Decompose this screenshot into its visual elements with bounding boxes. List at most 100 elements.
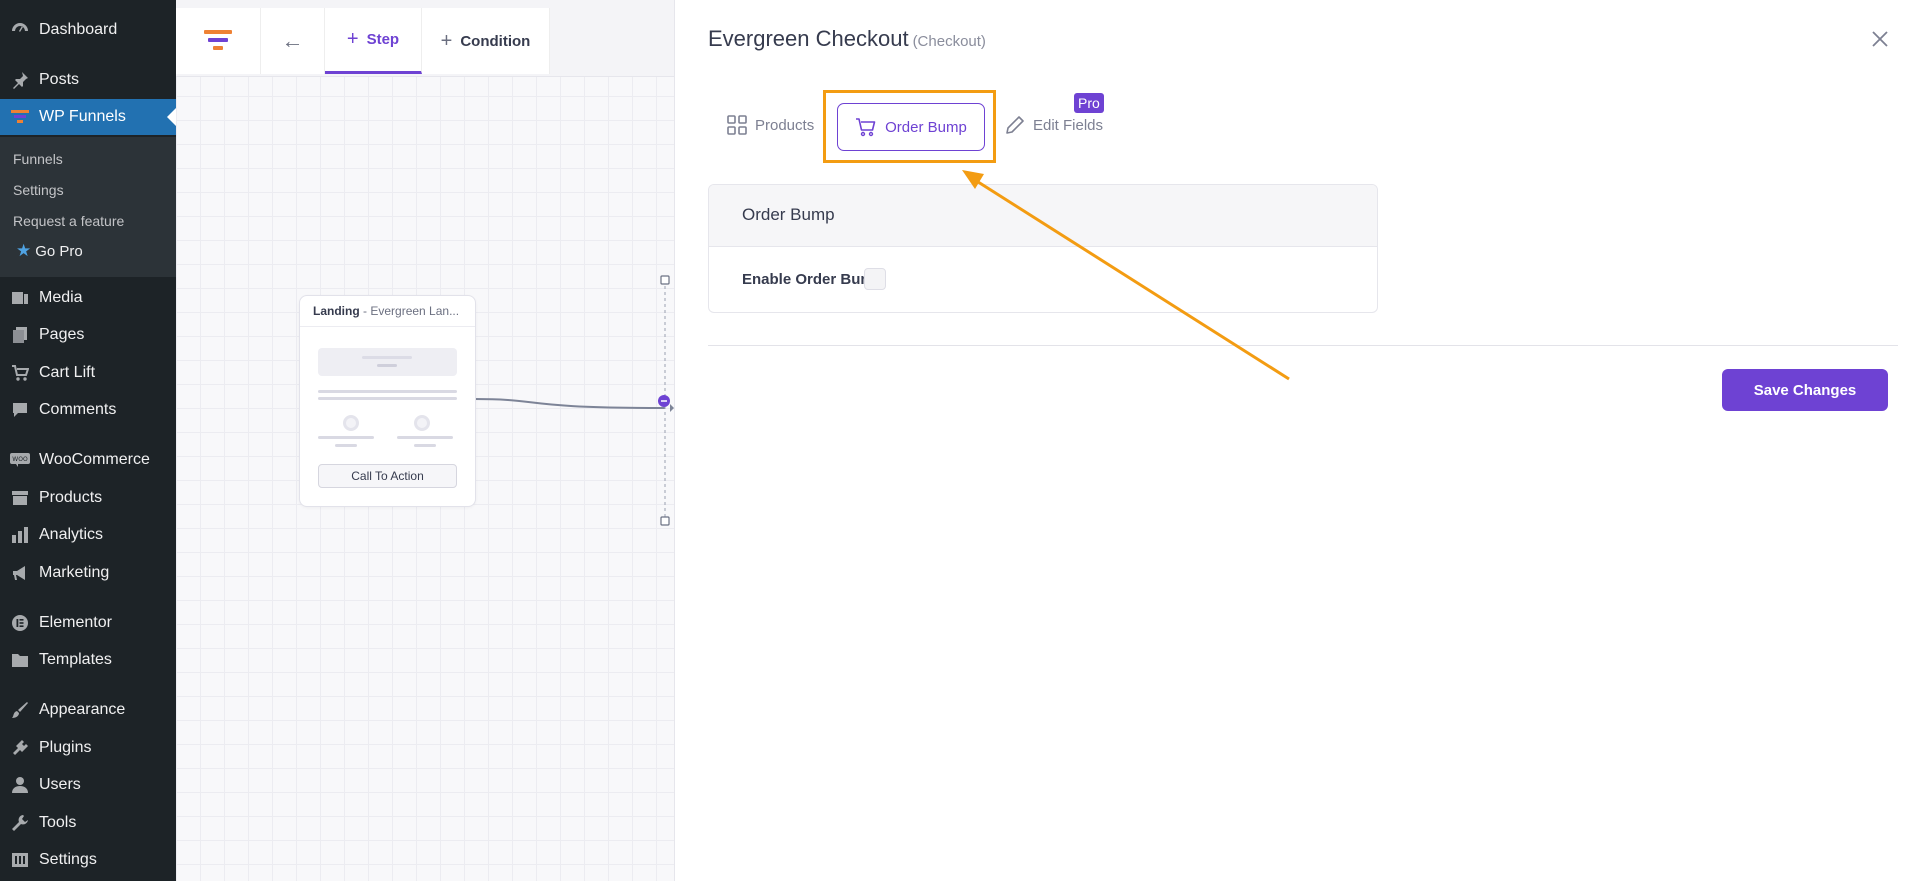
menu-marketing[interactable]: Marketing [0,555,176,591]
enable-order-bump-checkbox[interactable] [864,268,886,290]
dashboard-icon [10,20,30,40]
menu-settings-label: Settings [39,851,97,868]
star-icon: ★ [16,241,32,260]
node-name: - Evergreen Lan... [363,304,460,318]
menu-marketing-label: Marketing [39,564,110,581]
preview-line [377,364,397,367]
menu-settings[interactable]: Settings [0,842,176,878]
menu-pages[interactable]: Pages [0,317,176,353]
panel-title: Evergreen Checkout (Checkout) [708,26,986,52]
menu-media[interactable]: Media [0,280,176,316]
submenu-go-pro[interactable]: ★ Go Pro [16,241,83,261]
funnel-step-node[interactable]: Landing - Evergreen Lan... Call To Actio… [299,295,476,507]
submenu-funnels[interactable]: Funnels [13,151,63,167]
menu-plugins-label: Plugins [39,739,92,756]
tab-step[interactable]: + Step [325,8,422,74]
canvas-toolbar: ← + Step + Condition [176,0,674,77]
pin-icon [10,70,30,90]
preview-line [362,356,412,359]
menu-wp-funnels-label: WP Funnels [39,108,126,125]
step-title: Evergreen Checkout [708,26,909,51]
wp-admin-sidebar: Dashboard Posts WP Funnels Funnels Setti… [0,0,176,881]
menu-cart-lift-label: Cart Lift [39,364,96,381]
plus-icon: + [346,28,359,50]
menu-comments[interactable]: Comments [0,392,176,428]
menu-posts[interactable]: Posts [0,62,176,98]
archive-icon [10,488,30,508]
menu-elementor-label: Elementor [39,614,112,631]
menu-analytics[interactable]: Analytics [0,517,176,553]
menu-woocommerce-label: WooCommerce [39,451,150,468]
pages-icon [10,325,30,345]
menu-woocommerce[interactable]: WOO WooCommerce [0,442,176,478]
menu-dashboard-label: Dashboard [39,21,118,38]
tab-products[interactable]: Products [727,101,814,149]
preview-circle [343,415,359,431]
tab-order-bump[interactable]: Order Bump [837,103,985,151]
menu-media-label: Media [39,289,83,306]
plus-icon: + [440,29,453,52]
media-icon [10,288,30,308]
menu-wp-funnels[interactable]: WP Funnels [0,99,176,135]
submenu-request-feature[interactable]: Request a feature [13,213,124,229]
elementor-icon [10,613,30,633]
tab-products-label: Products [755,116,815,134]
funnel-logo-icon [204,30,232,50]
woocommerce-icon: WOO [10,450,30,470]
node-divider [300,326,475,327]
tab-step-label: Step [366,31,400,48]
user-icon [10,775,30,795]
go-pro-label: Go Pro [35,242,83,260]
menu-plugins[interactable]: Plugins [0,730,176,766]
menu-products[interactable]: Products [0,480,176,516]
order-bump-card-title: Order Bump [742,205,835,224]
wpfunnels-logo[interactable] [176,8,261,74]
menu-tools-label: Tools [39,814,77,831]
selection-handle-bottom [660,516,670,526]
bar-chart-icon [10,525,30,545]
svg-text:WOO: WOO [12,456,28,463]
menu-analytics-label: Analytics [39,526,104,543]
folder-icon [10,650,30,670]
preview-circle [414,415,430,431]
menu-users[interactable]: Users [0,767,176,803]
menu-appearance-label: Appearance [39,701,126,718]
back-button[interactable]: ← [261,8,325,74]
menu-posts-label: Posts [39,71,80,88]
node-preview-thumbnail [318,348,457,376]
close-icon [1872,31,1888,47]
pencil-icon [1006,116,1024,134]
settings-icon [10,850,30,870]
menu-elementor[interactable]: Elementor [0,605,176,641]
preview-line [318,397,457,400]
step-settings-panel: Evergreen Checkout (Checkout) Products Or… [674,0,1911,881]
tab-condition[interactable]: + Condition [422,8,550,74]
step-type: (Checkout) [912,33,986,50]
tab-order-bump-label: Order Bump [885,118,967,136]
menu-appearance[interactable]: Appearance [0,692,176,728]
menu-dashboard[interactable]: Dashboard [0,12,176,48]
menu-tools[interactable]: Tools [0,805,176,841]
submenu-settings[interactable]: Settings [13,182,64,198]
paintbrush-icon [10,700,30,720]
save-changes-button[interactable]: Save Changes [1722,369,1888,411]
menu-comments-label: Comments [39,401,117,418]
preview-line [397,436,453,439]
selection-handle-top [660,275,670,285]
tab-edit-fields-label: Edit Fields [1033,116,1104,134]
order-bump-card-header: Order Bump [709,185,1377,247]
menu-cart-lift[interactable]: Cart Lift [0,355,176,391]
call-to-action-button[interactable]: Call To Action [318,464,457,488]
tab-condition-label: Condition [460,32,531,50]
close-panel-button[interactable] [1870,30,1890,50]
megaphone-icon [10,563,30,583]
menu-templates[interactable]: Templates [0,642,176,678]
cart-icon [856,118,876,137]
arrow-left-icon: ← [281,28,304,53]
pro-badge: Pro [1074,93,1104,113]
menu-users-label: Users [39,776,81,793]
wp-funnels-submenu: Funnels Settings Request a feature ★ Go … [0,137,176,277]
plugin-icon [10,738,30,758]
panel-divider [708,345,1898,346]
comment-icon [10,400,30,420]
